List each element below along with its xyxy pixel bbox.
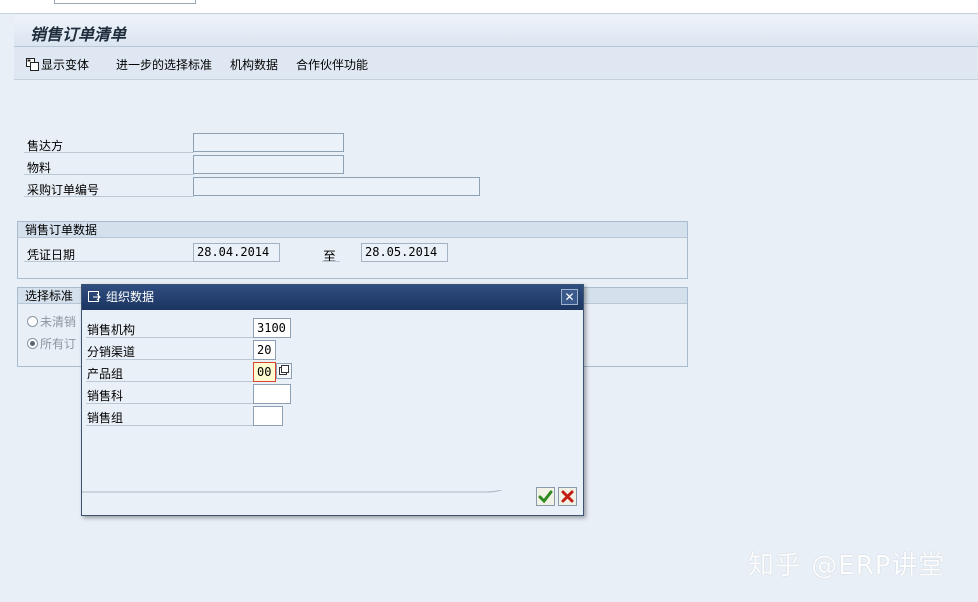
po-number-input[interactable] [193,177,480,196]
divider [24,174,194,175]
dialog-window-icon [88,291,101,302]
date-from-input[interactable]: 28.04.2014 [193,243,280,262]
display-variant-button[interactable]: 显示变体 [26,56,89,73]
page-title: 销售订单清单 [30,25,127,44]
divider [86,425,254,426]
org-data-dialog: 组织数据 ✕ 销售机构 3100 分销渠道 20 产品组 00 销售科 销售组 [81,284,584,516]
dialog-title: 组织数据 [106,290,155,304]
sales-group-label: 销售组 [87,411,124,425]
value-help-button[interactable] [276,363,292,379]
sold-to-input[interactable] [193,133,344,152]
partner-functions-button[interactable]: 合作伙伴功能 [296,56,368,73]
group-title: 销售订单数据 [18,222,687,238]
variant-icon [26,58,39,71]
distribution-channel-input[interactable]: 20 [253,340,276,360]
sales-group-input[interactable] [253,406,283,426]
sales-org-label: 销售机构 [87,323,136,337]
divider [86,337,254,338]
division-input[interactable]: 00 [253,362,276,382]
checkmark-icon [538,490,553,504]
dialog-body: 销售机构 3100 分销渠道 20 产品组 00 销售科 销售组 [82,310,583,515]
to-label: 至 [323,250,337,265]
sales-office-input[interactable] [253,384,291,404]
value-help-icon [279,365,289,375]
watermark: 知乎 @ERP讲堂 [748,551,946,581]
division-label: 产品组 [87,367,124,381]
sales-org-input[interactable]: 3100 [253,318,291,338]
divider [24,152,194,153]
divider [86,359,254,360]
command-field[interactable] [54,0,196,4]
divider [24,261,194,262]
open-orders-label: 未清销 [40,315,77,329]
all-orders-label: 所有订 [40,337,77,351]
dialog-footer-separator [82,490,503,493]
further-selection-button[interactable]: 进一步的选择标准 [116,56,212,73]
divider [322,261,340,262]
cancel-x-icon [561,490,574,503]
divider [86,403,254,404]
title-bar: 销售订单清单 [14,15,978,47]
org-data-button[interactable]: 机构数据 [230,56,278,73]
open-orders-radio[interactable]: 未清销 [27,313,76,330]
display-variant-label: 显示变体 [41,58,90,72]
divider [86,381,254,382]
all-orders-radio[interactable]: 所有订 [27,335,76,352]
application-toolbar: 显示变体 进一步的选择标准 机构数据 合作伙伴功能 [14,47,978,80]
divider [24,196,194,197]
close-icon[interactable]: ✕ [561,289,578,305]
sales-office-label: 销售科 [87,389,124,403]
sales-order-data-group: 销售订单数据 [17,221,688,279]
dialog-title-bar: 组织数据 ✕ [82,285,583,310]
material-input[interactable] [193,155,344,174]
command-strip [0,0,978,14]
radio-button[interactable] [27,316,38,327]
cancel-button[interactable] [558,487,577,506]
date-to-input[interactable]: 28.05.2014 [361,243,448,262]
radio-button[interactable] [27,338,38,349]
distribution-channel-label: 分销渠道 [87,345,136,359]
confirm-button[interactable] [536,487,555,506]
